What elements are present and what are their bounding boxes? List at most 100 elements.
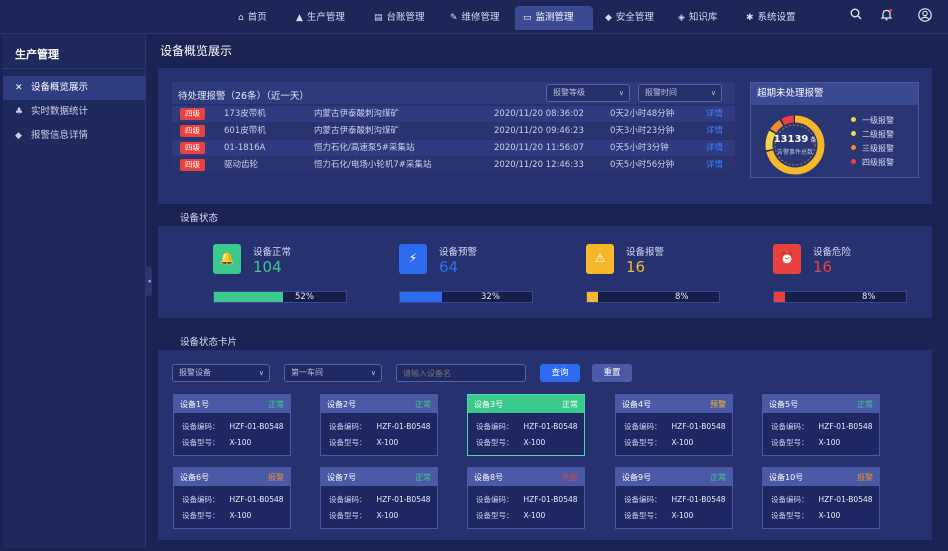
alarm-level-badge: 四级: [180, 108, 205, 120]
alarm-row[interactable]: 四级 601皮带机 内蒙古伊泰酸刺沟煤矿 2020/11/20 09:46:23 0天3…: [172, 123, 735, 139]
device-model-line: 设备型号： X-100: [624, 510, 693, 521]
device-state: 正常: [710, 473, 726, 482]
device-model-label: 设备型号：: [624, 511, 662, 520]
alarm-location: 内蒙古伊泰酸刺沟煤矿: [314, 109, 400, 119]
nav-ledger[interactable]: ▤ 台账管理: [366, 6, 433, 30]
alarm-time-select[interactable]: 报警时间 ∨: [638, 84, 722, 102]
device-card-header: 设备7号 正常: [321, 468, 437, 486]
device-card-header: 设备10号 报警: [763, 468, 879, 486]
device-card[interactable]: 设备4号 预警 设备编码： HZF-01-B0548 设备型号： X-100: [615, 394, 733, 456]
graduation-icon: ◈: [678, 13, 685, 23]
workshop-filter-select[interactable]: 第一车间 ∨: [284, 364, 382, 382]
status-block: 🔔 设备正常 104 52%: [213, 244, 373, 314]
device-code-label: 设备编码：: [182, 422, 220, 431]
device-card[interactable]: 设备6号 报警 设备编码： HZF-01-B0548 设备型号： X-100: [173, 467, 291, 529]
device-name: 设备10号: [769, 473, 804, 482]
status-icon-glyph: ⚠: [594, 251, 606, 265]
nav-knowledge[interactable]: ◈ 知识库: [670, 6, 725, 30]
warning-icon: ⚠: [586, 244, 614, 274]
cards-title: 设备状态卡片: [180, 337, 238, 348]
device-filter-select[interactable]: 报警设备 ∨: [172, 364, 270, 382]
sidebar: 生产管理 ✕ 设备概览展示 ♣ 实时数据统计 ◆ 报警信息详情: [3, 34, 146, 548]
overdue-total: 13139 条: [763, 134, 827, 145]
user-icon[interactable]: [918, 8, 932, 26]
nav-label: 台账管理: [386, 12, 425, 23]
tools-icon: ✕: [15, 83, 23, 93]
alarm-duration: 0天3小时23分钟: [610, 126, 675, 136]
alarm-title: 待处理报警（26条）（近一天）: [178, 91, 309, 102]
alarm-detail-link[interactable]: 详情: [706, 140, 723, 156]
status-label: 设备危险: [813, 247, 852, 258]
device-card-header: 设备8号 危险: [468, 468, 584, 486]
device-code: HZF-01-B0548: [229, 422, 284, 431]
select-value: 报警时间: [645, 88, 677, 97]
device-card-header: 设备2号 正常: [321, 395, 437, 413]
device-state: 正常: [562, 400, 578, 409]
device-code-label: 设备编码：: [624, 495, 662, 504]
alarm-detail-link[interactable]: 详情: [706, 157, 723, 173]
nav-settings[interactable]: ✱ 系统设置: [738, 6, 804, 30]
device-name: 设备3号: [474, 400, 504, 409]
nav-production[interactable]: ▲ 生产管理: [288, 6, 353, 30]
device-code-label: 设备编码：: [182, 495, 220, 504]
device-code: HZF-01-B0548: [229, 495, 284, 504]
search-icon[interactable]: [850, 8, 862, 24]
legend-level4: 四级报警: [851, 157, 894, 168]
select-value: 报警设备: [179, 368, 211, 377]
status-label: 设备正常: [253, 247, 292, 258]
device-card[interactable]: 设备10号 报警 设备编码： HZF-01-B0548 设备型号： X-100: [762, 467, 880, 529]
overdue-title: 超期未处理报警: [751, 83, 918, 105]
reset-button[interactable]: 重置: [592, 364, 632, 382]
nav-monitor[interactable]: ▭ 监测管理: [515, 6, 593, 30]
alarm-row[interactable]: 四级 01-1816A 恒力石化/高速泵5#采集站 2020/11/20 11:56:…: [172, 140, 735, 156]
device-name: 设备2号: [327, 400, 357, 409]
device-card[interactable]: 设备3号 正常 设备编码： HZF-01-B0548 设备型号： X-100: [467, 394, 585, 456]
alarm-level-badge: 四级: [180, 125, 205, 137]
nav-safety[interactable]: ◆ 安全管理: [597, 6, 662, 30]
nav-label: 安全管理: [615, 12, 654, 23]
query-button[interactable]: 查询: [540, 364, 580, 382]
device-model-label: 设备型号：: [182, 511, 220, 520]
legend-dot: [851, 131, 856, 136]
alarm-duration: 0天5小时56分钟: [610, 160, 675, 170]
device-code-line: 设备编码： HZF-01-B0548: [476, 494, 578, 505]
device-card[interactable]: 设备8号 危险 设备编码： HZF-01-B0548 设备型号： X-100: [467, 467, 585, 529]
device-model: X-100: [376, 438, 399, 447]
nav-repair[interactable]: ✎ 维修管理: [442, 6, 508, 30]
alarm-detail-link[interactable]: 详情: [706, 106, 723, 122]
alarm-table-header: 待处理报警（26条）（近一天） 报警等级 ∨ 报警时间 ∨: [172, 82, 735, 104]
status-value: 64: [439, 258, 459, 276]
nav-label: 维修管理: [461, 12, 500, 23]
device-card[interactable]: 设备9号 正常 设备编码： HZF-01-B0548 设备型号： X-100: [615, 467, 733, 529]
device-card[interactable]: 设备2号 正常 设备编码： HZF-01-B0548 设备型号： X-100: [320, 394, 438, 456]
nav-home[interactable]: ⌂ 首页: [230, 6, 275, 30]
alarm-device: 驱动齿轮: [224, 160, 259, 170]
device-model-label: 设备型号：: [329, 511, 367, 520]
device-card[interactable]: 设备7号 正常 设备编码： HZF-01-B0548 设备型号： X-100: [320, 467, 438, 529]
sidebar-collapse-handle[interactable]: ◂: [146, 266, 152, 296]
device-card-header: 设备1号 正常: [174, 395, 290, 413]
alarm-row[interactable]: 四级 173皮带机 内蒙古伊泰酸刺沟煤矿 2020/11/20 08:36:02 0天2…: [172, 106, 735, 122]
sidebar-item-realtime[interactable]: ♣ 实时数据统计: [3, 100, 146, 124]
sidebar-item-overview[interactable]: ✕ 设备概览展示: [3, 76, 146, 100]
user-chart-icon: ♣: [15, 107, 24, 117]
ledger-icon: ▤: [374, 13, 383, 23]
status-progress-fill: [400, 292, 443, 302]
device-state: 报警: [268, 473, 284, 482]
alarm-detail-link[interactable]: 详情: [706, 123, 723, 139]
device-model-label: 设备型号：: [182, 438, 220, 447]
device-card[interactable]: 设备1号 正常 设备编码： HZF-01-B0548 设备型号： X-100: [173, 394, 291, 456]
bell-icon[interactable]: [880, 8, 893, 25]
status-icon-glyph: 🔔: [219, 251, 235, 265]
sidebar-item-alarms[interactable]: ◆ 报警信息详情: [3, 124, 146, 148]
alarm-level-select[interactable]: 报警等级 ∨: [546, 84, 630, 102]
device-search-input[interactable]: [396, 364, 526, 382]
alarm-row[interactable]: 四级 驱动齿轮 恒力石化/电场小轮机7#采集站 2020/11/20 12:46:33…: [172, 157, 735, 173]
alarm-time: 2020/11/20 12:46:33: [494, 160, 584, 170]
device-model-label: 设备型号：: [771, 511, 809, 520]
overdue-unit: 条: [810, 137, 817, 144]
shield-icon: ◆: [605, 13, 612, 23]
nav-label: 监测管理: [535, 12, 574, 23]
overdue-donut: [765, 115, 825, 175]
device-card[interactable]: 设备5号 正常 设备编码： HZF-01-B0548 设备型号： X-100: [762, 394, 880, 456]
